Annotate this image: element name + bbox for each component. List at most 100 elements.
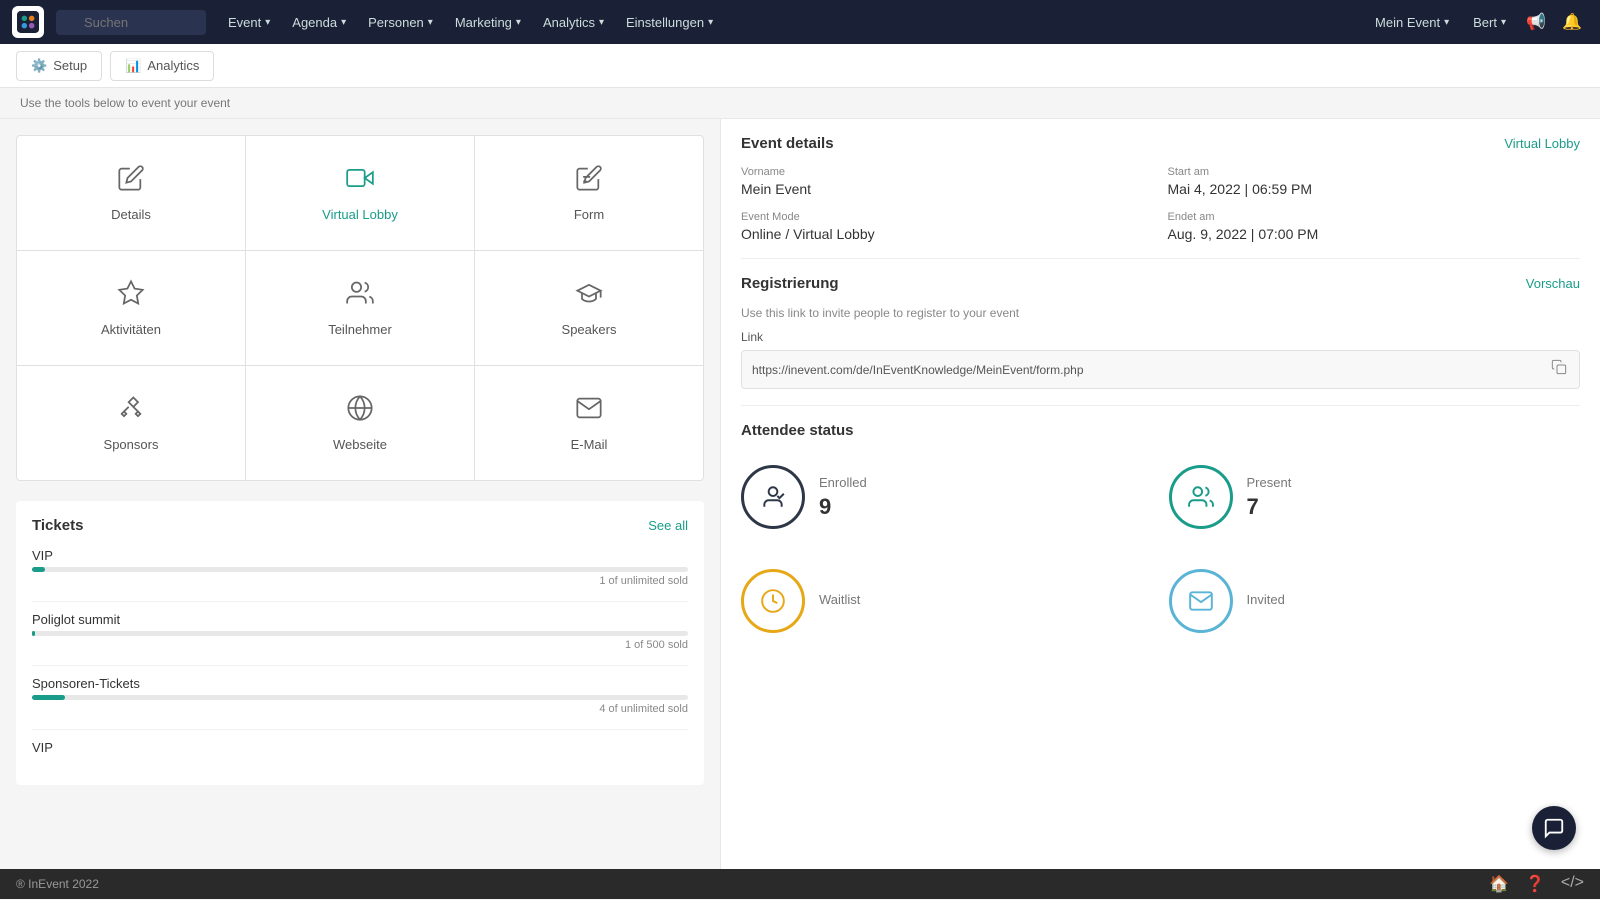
tool-grid: Details Virtual Lobby <box>16 135 704 481</box>
preview-link[interactable]: Vorschau <box>1526 276 1580 291</box>
registration-header: Registrierung Vorschau <box>741 275 1580 292</box>
search-input[interactable] <box>56 10 206 35</box>
invited-label: Invited <box>1247 592 1285 607</box>
ticket-row: Sponsoren-Tickets 4 of unlimited sold <box>32 676 688 715</box>
nav-right: Mein Event ▾ Bert ▾ 📢 🔔 <box>1365 6 1588 38</box>
form-icon <box>575 164 603 199</box>
see-all-link[interactable]: See all <box>648 518 688 533</box>
ticket-bar-fill <box>32 631 35 636</box>
registration-section: Registrierung Vorschau Use this link to … <box>741 275 1580 406</box>
bell-icon[interactable]: 🔔 <box>1556 6 1588 38</box>
sub-navigation: ⚙️ Setup 📊 Analytics <box>0 44 1600 88</box>
enrolled-circle <box>741 465 805 529</box>
tool-card-speakers[interactable]: Speakers <box>475 251 703 365</box>
copy-link-button[interactable] <box>1549 359 1569 380</box>
tool-card-webseite[interactable]: Webseite <box>246 366 474 480</box>
help-icon[interactable]: ❓ <box>1525 874 1545 894</box>
attendee-status-title: Attendee status <box>741 422 854 439</box>
code-icon[interactable]: </> <box>1561 874 1584 894</box>
star-icon <box>117 279 145 314</box>
invited-circle <box>1169 569 1233 633</box>
virtual-lobby-link[interactable]: Virtual Lobby <box>1504 136 1580 151</box>
tool-card-email[interactable]: E-Mail <box>475 366 703 480</box>
waitlist-circle <box>741 569 805 633</box>
ticket-bar-fill <box>32 695 65 700</box>
status-card-enrolled: Enrolled 9 <box>741 453 1153 541</box>
graduation-icon <box>575 279 603 314</box>
tool-card-aktivitaten[interactable]: Aktivitäten <box>17 251 245 365</box>
tool-card-sponsors[interactable]: Sponsors <box>17 366 245 480</box>
chevron-down-icon: ▾ <box>1501 17 1506 28</box>
status-card-invited: Invited <box>1169 557 1581 645</box>
nav-menu: Event ▾ Agenda ▾ Personen ▾ Marketing ▾ … <box>218 9 1361 36</box>
waitlist-label: Waitlist <box>819 592 860 607</box>
event-details-title: Event details <box>741 135 834 152</box>
event-details-section: Event details Virtual Lobby Vorname Mein… <box>741 135 1580 259</box>
event-details-grid: Vorname Mein Event Start am Mai 4, 2022 … <box>741 166 1580 242</box>
nav-item-event[interactable]: Event ▾ <box>218 9 280 36</box>
tool-card-details[interactable]: Details <box>17 136 245 250</box>
analytics-icon: 📊 <box>125 58 141 74</box>
ticket-bar-fill <box>32 567 45 572</box>
detail-mode: Event Mode Online / Virtual Lobby <box>741 211 1154 242</box>
chevron-down-icon: ▾ <box>428 17 433 28</box>
megaphone-icon[interactable]: 📢 <box>1520 6 1552 38</box>
registration-link-box: https://inevent.com/de/InEventKnowledge/… <box>741 350 1580 389</box>
gear-icon: ⚙️ <box>31 58 47 74</box>
ticket-name: Poliglot summit <box>32 612 688 627</box>
chevron-down-icon: ▾ <box>341 17 346 28</box>
link-label: Link <box>741 330 1580 344</box>
detail-vorname: Vorname Mein Event <box>741 166 1154 197</box>
edit-icon <box>117 164 145 199</box>
analytics-button[interactable]: 📊 Analytics <box>110 51 214 81</box>
registration-link-text: https://inevent.com/de/InEventKnowledge/… <box>752 363 1541 377</box>
mail-icon <box>575 394 603 429</box>
chevron-down-icon: ▾ <box>516 17 521 28</box>
registration-title: Registrierung <box>741 275 839 292</box>
main-content: Details Virtual Lobby <box>0 119 1600 869</box>
tool-card-form[interactable]: Form <box>475 136 703 250</box>
video-icon <box>346 164 374 199</box>
ticket-sold-count: 4 of unlimited sold <box>32 703 688 715</box>
present-count: 7 <box>1247 494 1292 520</box>
present-circle <box>1169 465 1233 529</box>
tickets-header: Tickets See all <box>32 517 688 534</box>
registration-description: Use this link to invite people to regist… <box>741 306 1580 320</box>
nav-item-agenda[interactable]: Agenda ▾ <box>282 9 356 36</box>
nav-mein-event[interactable]: Mein Event ▾ <box>1365 9 1459 36</box>
nav-item-marketing[interactable]: Marketing ▾ <box>445 9 531 36</box>
footer-icons: 🏠 ❓ </> <box>1489 874 1584 894</box>
nav-bert[interactable]: Bert ▾ <box>1463 9 1516 36</box>
tool-card-virtual-lobby[interactable]: Virtual Lobby <box>246 136 474 250</box>
ticket-name: VIP <box>32 740 688 755</box>
ticket-bar <box>32 567 688 572</box>
tickets-section: Tickets See all VIP 1 of unlimited sold … <box>16 501 704 785</box>
home-icon[interactable]: 🏠 <box>1489 874 1509 894</box>
app-logo[interactable] <box>12 6 44 38</box>
tool-card-teilnehmer[interactable]: Teilnehmer <box>246 251 474 365</box>
event-details-header: Event details Virtual Lobby <box>741 135 1580 152</box>
nav-item-analytics[interactable]: Analytics ▾ <box>533 9 614 36</box>
ticket-name: VIP <box>32 548 688 563</box>
globe-icon <box>346 394 374 429</box>
ticket-bar <box>32 631 688 636</box>
ticket-bar <box>32 695 688 700</box>
helper-text-bar: Use the tools below to event your event <box>0 88 1600 119</box>
nav-item-personen[interactable]: Personen ▾ <box>358 9 443 36</box>
left-panel: Details Virtual Lobby <box>0 119 720 869</box>
ticket-row: VIP <box>32 740 688 755</box>
attendee-status-header: Attendee status <box>741 422 1580 439</box>
page-footer: ® InEvent 2022 🏠 ❓ </> <box>0 869 1600 899</box>
detail-start: Start am Mai 4, 2022 | 06:59 PM <box>1168 166 1581 197</box>
status-card-present: Present 7 <box>1169 453 1581 541</box>
nav-item-einstellungen[interactable]: Einstellungen ▾ <box>616 9 723 36</box>
chat-bubble-button[interactable] <box>1532 806 1576 850</box>
chevron-down-icon: ▾ <box>265 17 270 28</box>
search-wrapper[interactable]: 🔍 <box>56 10 206 35</box>
tickets-title: Tickets <box>32 517 83 534</box>
handshake-icon <box>117 394 145 429</box>
present-label: Present <box>1247 475 1292 490</box>
status-card-waitlist: Waitlist <box>741 557 1153 645</box>
ticket-sold-count: 1 of 500 sold <box>32 639 688 651</box>
setup-button[interactable]: ⚙️ Setup <box>16 51 102 81</box>
